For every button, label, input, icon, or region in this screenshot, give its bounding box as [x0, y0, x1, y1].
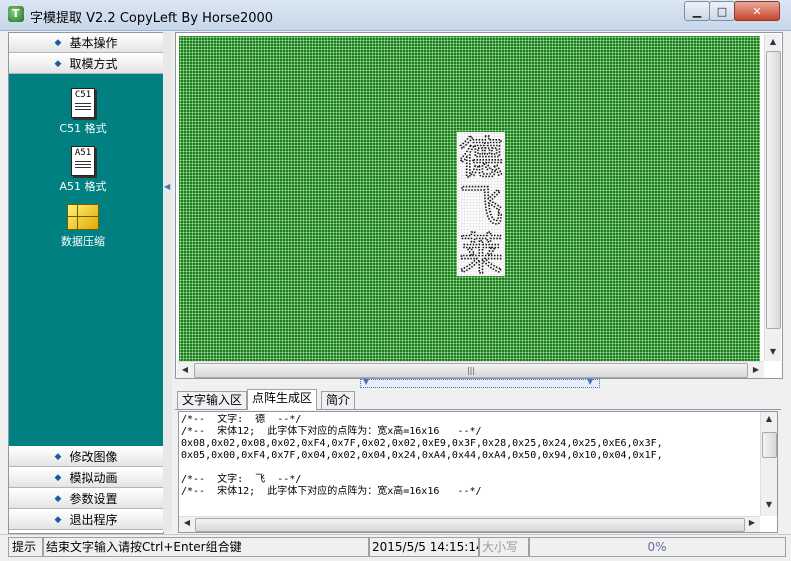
maximize-icon: □: [716, 4, 728, 18]
a51-doc-icon: A51: [71, 146, 95, 176]
tool-panel: C51 C51 格式 A51 A51 格式 数据压缩: [9, 74, 163, 446]
a51-format-tool[interactable]: A51 A51 格式: [29, 146, 137, 194]
glyph-0: 德: [459, 133, 503, 184]
scroll-thumb[interactable]: [762, 432, 777, 458]
output-vertical-scrollbar[interactable]: ▲ ▼: [760, 412, 777, 516]
tab-text-input[interactable]: 文字输入区: [177, 391, 248, 409]
tool-label: 数据压缩: [61, 235, 105, 248]
scroll-up-icon[interactable]: ▲: [765, 34, 781, 50]
diamond-icon: ◆: [54, 493, 62, 504]
close-button[interactable]: ✕: [734, 1, 780, 21]
scroll-up-icon[interactable]: ▲: [761, 414, 777, 423]
grid-vertical-scrollbar[interactable]: ▲ ▼: [764, 34, 781, 361]
minimize-icon: ▁: [692, 4, 702, 18]
status-time: 2015/5/5 14:15:14: [368, 537, 480, 557]
diamond-icon: ◆: [54, 451, 62, 462]
status-bar: 提示 结束文字输入请按Ctrl+Enter组合键 2015/5/5 14:15:…: [0, 534, 791, 561]
diamond-icon: ◆: [54, 37, 62, 48]
scroll-thumb[interactable]: [766, 51, 781, 329]
scroll-right-icon[interactable]: ▶: [744, 518, 760, 527]
scroll-down-icon[interactable]: ▼: [761, 500, 777, 509]
output-line: /*-- 文字: 飞 --*/: [181, 474, 302, 485]
c51-format-tool[interactable]: C51 C51 格式: [29, 88, 137, 136]
diamond-icon: ◆: [54, 514, 62, 525]
grid-horizontal-scrollbar[interactable]: ◀ ||| ▶: [177, 361, 764, 378]
output-line: /*-- 宋体12; 此字体下对应的点阵为：宽x高=16x16 --*/: [181, 426, 482, 437]
output-line: /*-- 宋体12; 此字体下对应的点阵为：宽x高=16x16 --*/: [181, 486, 482, 497]
c51-doc-icon: C51: [71, 88, 95, 118]
scroll-right-icon[interactable]: ▶: [748, 362, 764, 378]
output-line: 0x05,0x00,0xF4,0x7F,0x04,0x02,0x04,0x24,…: [181, 450, 663, 461]
nav-edit-image[interactable]: ◆ 修改图像: [9, 447, 163, 467]
compress-box-icon: [67, 204, 99, 230]
nav-basic-operations[interactable]: ◆ 基本操作: [9, 33, 163, 53]
nav-label: 修改图像: [69, 450, 118, 464]
minimize-button[interactable]: ▁: [684, 1, 710, 21]
icon-text: C51: [74, 90, 92, 100]
nav-simulate-animation[interactable]: ◆ 模拟动画: [9, 468, 163, 488]
collapse-down-icon[interactable]: ▼: [363, 377, 369, 386]
horizontal-splitter[interactable]: ▼ ▼: [360, 377, 600, 388]
status-caps-lock: 大小写: [478, 537, 530, 557]
diamond-icon: ◆: [54, 58, 62, 69]
nav-exit-program[interactable]: ◆ 退出程序: [9, 510, 163, 530]
output-code[interactable]: /*-- 文字: 德 --*//*-- 宋体12; 此字体下对应的点阵为：宽x高…: [181, 414, 757, 514]
diamond-icon: ◆: [54, 472, 62, 483]
scroll-left-icon[interactable]: ◀: [179, 518, 195, 527]
icon-text: A51: [74, 148, 92, 158]
glyph-1: 飞: [459, 181, 503, 232]
character-glyphs: 德 飞 莱: [458, 132, 504, 276]
window-title: 字模提取 V2.2 CopyLeft By Horse2000: [30, 11, 274, 26]
glyph-2: 莱: [459, 229, 503, 276]
compress-tool[interactable]: 数据压缩: [29, 204, 137, 249]
output-horizontal-scrollbar[interactable]: ◀ ▶: [179, 516, 760, 532]
tool-label: A51 格式: [59, 180, 107, 193]
collapse-down-icon[interactable]: ▼: [587, 377, 593, 386]
title-bar: T 字模提取 V2.2 CopyLeft By Horse2000 ▁ □ ✕: [0, 0, 791, 31]
vertical-splitter[interactable]: ◀: [163, 32, 172, 532]
output-textarea[interactable]: /*-- 文字: 德 --*//*-- 宋体12; 此字体下对应的点阵为：宽x高…: [178, 411, 778, 533]
output-line: /*-- 文字: 德 --*/: [181, 414, 302, 425]
output-line: 0x08,0x02,0x08,0x02,0xF4,0x7F,0x02,0x02,…: [181, 438, 663, 449]
tab-dot-matrix-output[interactable]: 点阵生成区: [247, 389, 318, 410]
status-message: 结束文字输入请按Ctrl+Enter组合键: [42, 537, 370, 557]
character-bitmap: 德 飞 莱: [457, 132, 505, 276]
dot-matrix-canvas[interactable]: 德 飞 莱: [179, 36, 760, 362]
scroll-thumb[interactable]: |||: [194, 363, 748, 378]
dot-matrix-view: 德 飞 莱 ▲ ▼ ◀ ||| ▶: [175, 32, 783, 379]
nav-label: 退出程序: [69, 513, 118, 527]
status-progress: 0%: [528, 537, 786, 557]
collapse-left-icon[interactable]: ◀: [164, 182, 170, 191]
maximize-button[interactable]: □: [709, 1, 735, 21]
tab-introduction[interactable]: 简介: [321, 391, 356, 409]
nav-parameter-settings[interactable]: ◆ 参数设置: [9, 489, 163, 509]
nav-label: 基本操作: [69, 36, 118, 50]
scroll-thumb[interactable]: [195, 518, 745, 532]
app-icon: T: [8, 6, 24, 22]
left-nav-panel: ◆ 基本操作 ◆ 取模方式 C51 C51 格式 A51 A51 格式 数据压缩…: [8, 32, 164, 534]
nav-extraction-mode[interactable]: ◆ 取模方式: [9, 54, 163, 74]
status-hint-label: 提示: [8, 537, 44, 557]
nav-label: 参数设置: [69, 492, 118, 506]
nav-label: 取模方式: [69, 57, 118, 71]
tool-label: C51 格式: [59, 122, 107, 135]
scroll-down-icon[interactable]: ▼: [765, 344, 781, 360]
close-icon: ✕: [752, 4, 762, 18]
tab-bar: 文字输入区 点阵生成区 简介: [175, 389, 781, 410]
nav-label: 模拟动画: [69, 471, 118, 485]
scroll-left-icon[interactable]: ◀: [177, 362, 193, 378]
